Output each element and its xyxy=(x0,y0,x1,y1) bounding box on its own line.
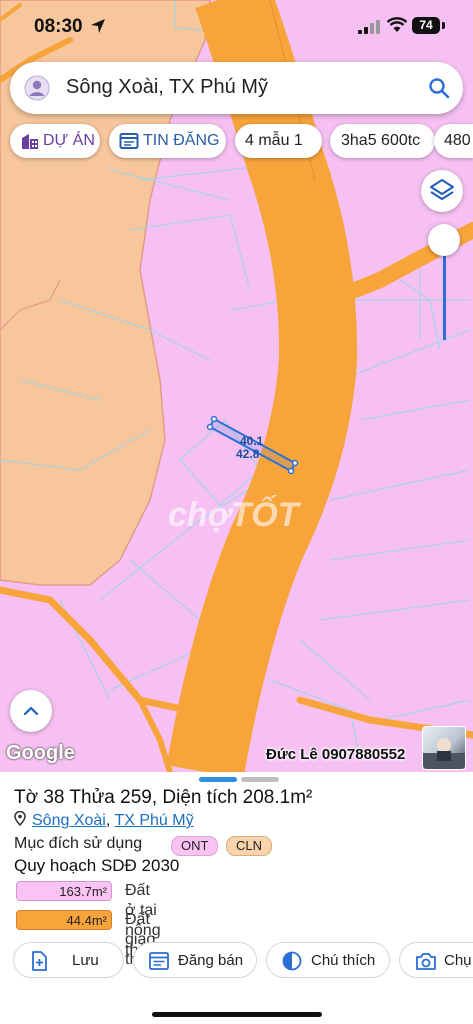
capture-label: Chụ xyxy=(444,952,472,969)
chip-filter[interactable]: 3ha5 600tc xyxy=(330,124,435,158)
chip-label: 4 mẫu 1 xyxy=(245,132,303,149)
opacity-slider-knob[interactable] xyxy=(428,224,460,256)
avatar-icon[interactable] xyxy=(24,75,50,101)
land-use-badge: ONT xyxy=(171,836,219,856)
save-label: Lưu xyxy=(72,952,99,969)
chip-label: 480 xyxy=(444,132,471,149)
layers-icon xyxy=(430,179,454,200)
wifi-icon xyxy=(386,17,408,32)
legend-button[interactable]: Chú thích xyxy=(266,942,390,978)
location-arrow-icon xyxy=(91,19,105,33)
chip-tin-dang[interactable]: TIN ĐĂNG xyxy=(109,124,226,158)
page-dot xyxy=(241,777,279,782)
chip-label: DỰ ÁN xyxy=(43,132,95,149)
home-indicator xyxy=(152,1012,322,1017)
layers-button[interactable] xyxy=(421,170,463,212)
parcel-dimension-label: 42.8 xyxy=(236,447,260,461)
post-sale-label: Đăng bán xyxy=(178,952,244,969)
battery-nub xyxy=(442,22,445,29)
town-link[interactable]: TX Phú Mỹ xyxy=(114,812,193,829)
parcel-title: Tờ 38 Thửa 259, Diện tích 208.1m² xyxy=(14,787,313,808)
chip-du-an[interactable]: DỰ ÁN xyxy=(10,124,100,158)
signal-icon xyxy=(358,20,380,34)
capture-button[interactable]: Chụ xyxy=(399,942,473,978)
building-icon xyxy=(22,134,38,149)
chip-filter[interactable]: 480 xyxy=(434,124,473,158)
add-file-icon xyxy=(32,951,47,971)
location-pin-icon xyxy=(14,810,26,827)
legend-label: Chú thích xyxy=(311,952,376,969)
photo-thumbnail-icon xyxy=(423,738,465,769)
post-sale-button[interactable]: Đăng bán xyxy=(133,942,257,978)
save-button[interactable]: Lưu xyxy=(13,942,124,978)
status-time: 08:30 xyxy=(34,16,83,37)
search-input[interactable]: Sông Xoài, TX Phú Mỹ xyxy=(66,76,268,99)
expand-up-button[interactable] xyxy=(10,690,52,732)
listing-icon xyxy=(119,133,139,149)
parcel-address: Sông Xoài, TX Phú Mỹ xyxy=(14,810,194,830)
chevron-up-icon xyxy=(23,706,39,716)
google-logo: Google xyxy=(6,742,75,764)
land-use-purpose-label: Mục đích sử dụng xyxy=(14,835,143,852)
chip-filter[interactable]: 4 mẫu 1 xyxy=(235,124,322,158)
parcel-info-panel: Tờ 38 Thửa 259, Diện tích 208.1m² Sông X… xyxy=(0,772,473,1024)
half-circle-icon xyxy=(282,951,302,971)
map-view[interactable]: 40.1 42.8 chợTỐT Google Đức Lê 090788055… xyxy=(0,0,473,772)
page-dot-active xyxy=(199,777,237,782)
status-bar: 08:30 74 xyxy=(0,0,473,52)
watermark: chợTỐT xyxy=(168,496,299,534)
street-view-thumbnail[interactable] xyxy=(422,726,466,770)
chip-label: TIN ĐĂNG xyxy=(143,132,220,149)
ward-link[interactable]: Sông Xoài xyxy=(32,812,106,829)
contact-credit: Đức Lê 0907880552 xyxy=(266,746,406,763)
camera-plus-icon xyxy=(416,953,436,970)
search-icon[interactable] xyxy=(427,76,451,100)
listing-icon xyxy=(149,952,169,970)
chip-label: 3ha5 600tc xyxy=(341,132,421,149)
battery-indicator: 74 xyxy=(412,17,440,34)
legend-swatch: 163.7m² xyxy=(16,881,112,901)
land-use-badge: CLN xyxy=(226,836,273,856)
map-canvas[interactable] xyxy=(0,0,473,772)
plan-title: Quy hoạch SDĐ 2030 xyxy=(14,856,180,875)
legend-swatch: 44.4m² xyxy=(16,910,112,930)
search-bar[interactable]: Sông Xoài, TX Phú Mỹ xyxy=(10,62,463,114)
